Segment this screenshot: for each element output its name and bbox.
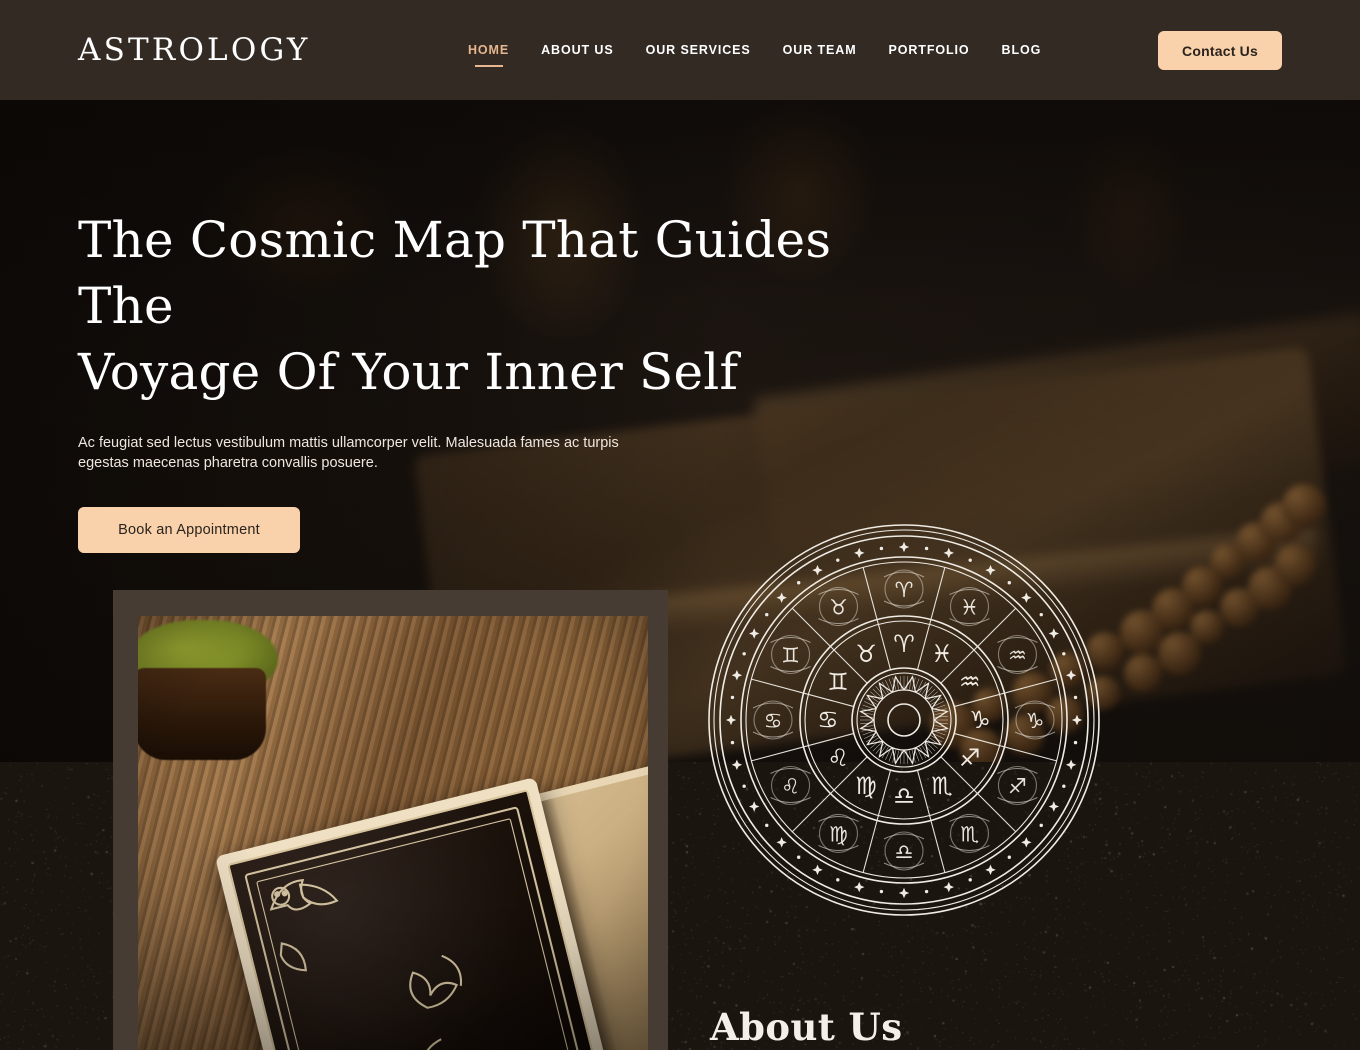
nav-item-blog[interactable]: BLOG bbox=[986, 44, 1058, 57]
zodiac-glyph-leo: ♌ bbox=[827, 744, 849, 772]
zodiac-glyph-aquarius: ♒ bbox=[959, 668, 981, 696]
zodiac-emblem-virgo: ♍ bbox=[819, 814, 859, 852]
hero-title-line-2: Voyage Of Your Inner Self bbox=[78, 343, 738, 401]
tarot-cards-image bbox=[138, 616, 648, 1050]
zodiac-emblem-libra: ♎ bbox=[884, 832, 924, 870]
svg-text:♒: ♒ bbox=[1008, 644, 1027, 668]
hero-title: The Cosmic Map That Guides The Voyage Of… bbox=[78, 207, 918, 405]
svg-text:♏: ♏ bbox=[960, 822, 979, 846]
svg-text:♊: ♊ bbox=[781, 644, 800, 668]
about-us-heading: About Us bbox=[710, 1005, 902, 1049]
book-appointment-button[interactable]: Book an Appointment bbox=[78, 507, 300, 553]
zodiac-emblem-capricorn: ♑ bbox=[1015, 701, 1055, 739]
zodiac-glyph-sagittarius: ♐ bbox=[959, 744, 981, 772]
zodiac-emblem-sagittarius: ♐ bbox=[997, 767, 1037, 805]
zodiac-glyph-virgo: ♍ bbox=[855, 772, 877, 800]
zodiac-emblem-scorpio: ♏ bbox=[950, 814, 990, 852]
nav-item-our-services[interactable]: OUR SERVICES bbox=[630, 44, 767, 57]
svg-text:♌: ♌ bbox=[781, 775, 800, 799]
astrology-landing-page: ASTROLOGY HOME ABOUT US OUR SERVICES OUR… bbox=[0, 0, 1360, 1050]
svg-text:♑: ♑ bbox=[1026, 709, 1045, 733]
zodiac-emblem-taurus: ♉ bbox=[819, 588, 859, 626]
zodiac-glyph-cancer: ♋ bbox=[817, 706, 839, 734]
zodiac-glyph-capricorn: ♑ bbox=[969, 706, 991, 734]
zodiac-wheel-graphic: ♈ ♓ ♒ ♑ ♐ ♏ ♎ ♍ ♌ ♋ ♊ ♉ ♈ ♓ ♒ ♑ ♐ ♏ ♎ ♍ ♌ ♋ ♊ ♉ bbox=[706, 522, 1102, 918]
svg-text:♋: ♋ bbox=[764, 709, 783, 733]
zodiac-emblem-aquarius: ♒ bbox=[997, 636, 1037, 674]
zodiac-emblem-cancer: ♋ bbox=[753, 701, 793, 739]
hero-subtitle: Ac feugiat sed lectus vestibulum mattis … bbox=[78, 433, 638, 473]
zodiac-glyph-scorpio: ♏ bbox=[931, 772, 953, 800]
nav-item-about-us[interactable]: ABOUT US bbox=[525, 44, 629, 57]
zodiac-glyph-aries: ♈ bbox=[893, 630, 915, 658]
site-logo[interactable]: ASTROLOGY bbox=[78, 32, 311, 68]
zodiac-emblem-pisces: ♓ bbox=[950, 588, 990, 626]
zodiac-glyph-libra: ♎ bbox=[893, 782, 915, 810]
hero-content: The Cosmic Map That Guides The Voyage Of… bbox=[78, 207, 918, 553]
zodiac-emblem-gemini: ♊ bbox=[771, 636, 811, 674]
site-header: ASTROLOGY HOME ABOUT US OUR SERVICES OUR… bbox=[0, 0, 1360, 100]
svg-text:♈: ♈ bbox=[895, 578, 914, 602]
svg-text:♐: ♐ bbox=[1008, 775, 1027, 799]
nav-item-home[interactable]: HOME bbox=[452, 44, 525, 57]
nav-item-portfolio[interactable]: PORTFOLIO bbox=[873, 44, 986, 57]
hero-title-line-1: The Cosmic Map That Guides The bbox=[78, 211, 831, 335]
nav-item-our-team[interactable]: OUR TEAM bbox=[767, 44, 873, 57]
zodiac-glyph-pisces: ♓ bbox=[931, 640, 953, 668]
svg-text:♍: ♍ bbox=[829, 822, 848, 846]
zodiac-emblem-aries: ♈ bbox=[884, 570, 924, 608]
svg-text:♉: ♉ bbox=[829, 596, 848, 620]
svg-text:♓: ♓ bbox=[960, 596, 979, 620]
contact-us-button[interactable]: Contact Us bbox=[1158, 31, 1282, 70]
zodiac-glyph-taurus: ♉ bbox=[855, 640, 877, 668]
zodiac-emblem-leo: ♌ bbox=[771, 767, 811, 805]
tarot-image-frame bbox=[113, 590, 668, 1050]
svg-text:♎: ♎ bbox=[895, 840, 914, 864]
sun-starburst-icon bbox=[860, 676, 948, 764]
zodiac-glyph-gemini: ♊ bbox=[827, 668, 849, 696]
main-navigation: HOME ABOUT US OUR SERVICES OUR TEAM PORT… bbox=[452, 0, 1057, 100]
